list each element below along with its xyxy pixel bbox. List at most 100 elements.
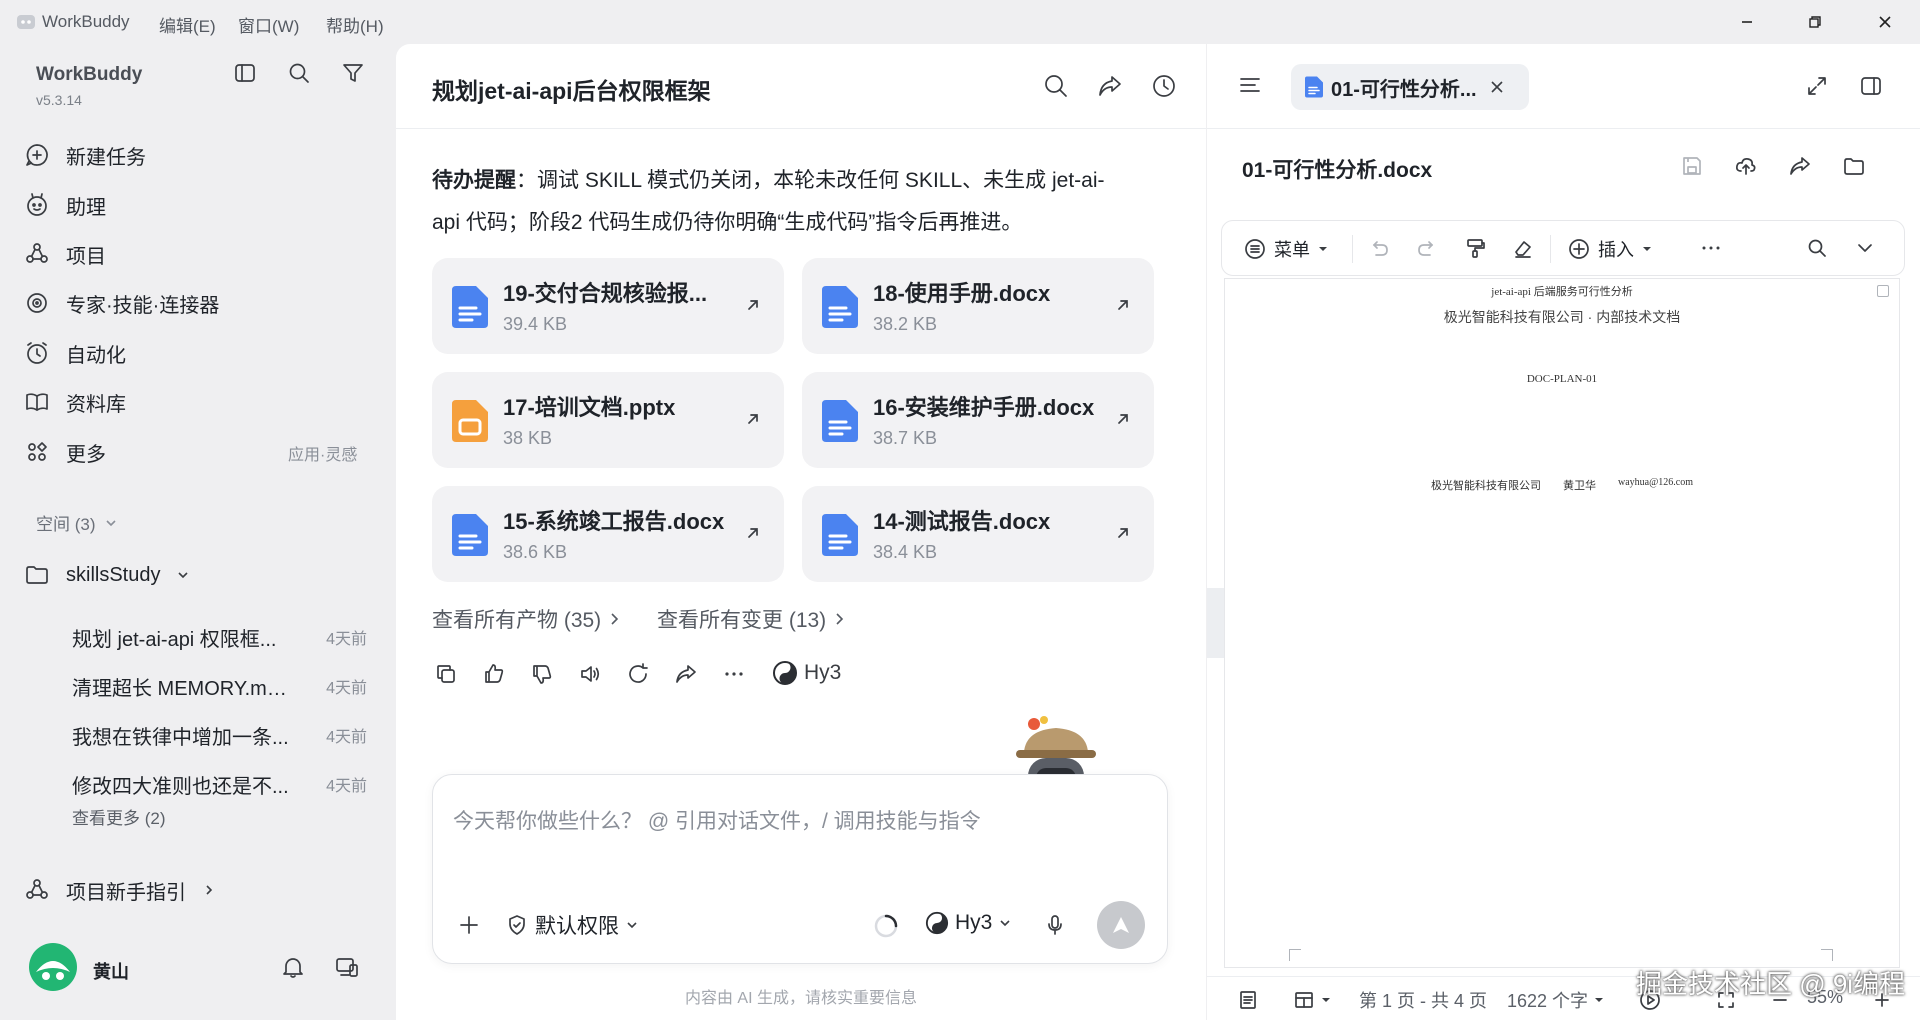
file-name: 15-系统竣工报告.docx [503,509,725,534]
avatar[interactable] [28,942,78,992]
file-size: 38.6 KB [503,542,568,562]
model-badge: Hy3 [772,660,841,686]
open-external-icon [748,528,758,538]
bell-icon[interactable] [280,954,306,980]
speaker-icon[interactable] [578,662,602,686]
recent-task[interactable]: 清理超长 MEMORY.md ... 4天前 [72,663,367,709]
file-card[interactable]: 15-系统竣工报告.docx 38.6 KB [432,486,784,582]
more-dots-icon[interactable] [722,662,746,686]
see-more-link[interactable]: 查看更多 (2) [72,804,166,829]
restore-button[interactable] [1788,8,1842,36]
filter-icon[interactable] [340,60,366,86]
toggle-panel-icon[interactable] [1859,74,1883,98]
layout-select[interactable] [1293,989,1331,1011]
nav-new-task[interactable]: 新建任务 [24,132,364,178]
view-changes-link[interactable]: 查看所有变更 (13) [657,604,846,634]
recent-title: 规划 jet-ai-api 权限框... [72,628,277,651]
toolbar-menu-label: 菜单 [1274,240,1310,260]
undo-icon[interactable] [1368,237,1390,259]
search-icon[interactable] [286,60,312,86]
more-grid-icon [28,442,47,461]
search-icon[interactable] [1042,72,1070,100]
nav-project[interactable]: 项目 [24,231,364,277]
send-button[interactable] [1097,901,1145,949]
guide-label: 项目新手指引 [66,881,186,904]
share-icon[interactable] [674,662,698,686]
chevron-down-icon[interactable] [1854,237,1876,259]
menu-window[interactable]: 窗口(W) [238,12,299,37]
project-guide[interactable]: 项目新手指引 [24,867,364,913]
file-card[interactable]: 14-测试报告.docx 38.4 KB [802,486,1154,582]
nav-library[interactable]: 资料库 [24,379,364,425]
regenerate-icon[interactable] [626,662,650,686]
space-label: 空间 (3) [36,515,96,534]
word-count[interactable]: 1622 个字 [1507,987,1604,1013]
recent-task[interactable]: 修改四大准则也还是不... 4天前 [72,761,367,807]
upload-icon[interactable] [1734,154,1758,178]
recent-task[interactable]: 规划 jet-ai-api 权限框... 4天前 [72,614,367,660]
sidebar-app-name: WorkBuddy [36,64,143,85]
nav-label: 专家·技能·连接器 [66,294,220,317]
nav-assistant[interactable]: 助理 [24,182,364,228]
toolbar-menu-button[interactable]: 菜单 [1244,236,1328,262]
doc-tab[interactable]: 01-可行性分析... [1291,64,1529,110]
view-artifacts-link[interactable]: 查看所有产物 (35) [432,604,621,634]
menu-edit[interactable]: 编辑(E) [159,12,216,37]
comment-marker-icon[interactable] [1877,285,1889,297]
page-view-icon[interactable] [1237,989,1259,1011]
save-icon[interactable] [1680,154,1704,178]
chevron-down-icon [105,519,116,526]
toggle-sidebar-icon[interactable] [232,60,258,86]
more-dots-icon[interactable] [1700,237,1722,259]
redo-icon[interactable] [1416,237,1438,259]
file-name: 14-测试报告.docx [873,509,1051,534]
file-card[interactable]: 16-安装维护手册.docx 38.7 KB [802,372,1154,468]
nav-expert[interactable]: 专家·技能·连接器 [24,280,364,326]
nav-automation[interactable]: 自动化 [24,330,364,376]
model-select[interactable]: Hy3 [925,911,1012,935]
chevron-down-icon [1000,920,1010,927]
docx-file-icon [452,514,488,556]
minimize-button[interactable] [1720,8,1774,36]
share-icon[interactable] [1788,154,1812,178]
docx-file-icon [452,286,488,328]
list-menu-icon[interactable] [1237,72,1263,98]
insert-button[interactable]: 插入 [1568,236,1652,262]
reminder-line-1: ：调试 SKILL 模式仍关闭，本轮未改任何 SKILL、未生成 jet-ai- [516,169,1105,192]
ai-disclaimer: 内容由 AI 生成，请核实重要信息 [684,990,917,1007]
new-task-icon [26,144,48,166]
caret-down-icon [1319,247,1327,251]
file-card[interactable]: 17-培训文档.pptx 38 KB [432,372,784,468]
search-icon[interactable] [1806,237,1828,259]
thumbs-down-icon[interactable] [530,662,554,686]
history-icon[interactable] [1150,72,1178,100]
menu-help[interactable]: 帮助(H) [326,12,384,37]
format-painter-icon[interactable] [1464,237,1486,259]
nav-label: 资料库 [66,393,126,416]
chevron-right-icon [611,613,619,625]
chat-input[interactable]: 今天帮你做些什么？ @ 引用对话文件，/ 调用技能与指令 [453,805,981,835]
microphone-icon[interactable] [1043,913,1067,937]
chevron-down-icon [178,572,189,579]
expand-icon[interactable] [1805,74,1829,98]
file-card[interactable]: 18-使用手册.docx 38.2 KB [802,258,1154,354]
open-folder-icon[interactable] [1842,154,1866,178]
recent-task[interactable]: 我想在铁律中增加一条... 4天前 [72,712,367,758]
space-toggle[interactable]: 空间 (3) [36,510,118,535]
close-window-button[interactable] [1858,8,1912,36]
device-sync-icon[interactable] [334,954,360,980]
header-divider [1207,128,1920,129]
title-bar: WorkBuddy 编辑(E) 窗口(W) 帮助(H) [0,0,1920,44]
thumbs-up-icon[interactable] [482,662,506,686]
workspace-folder[interactable]: skillsStudy [24,552,364,598]
eraser-icon[interactable] [1512,237,1534,259]
file-card[interactable]: 19-交付合规核验报... 39.4 KB [432,258,784,354]
chevron-down-icon [627,922,637,929]
copy-icon[interactable] [434,662,458,686]
close-tab-icon[interactable] [1489,79,1505,95]
permission-select[interactable]: 默认权限 [505,910,639,940]
share-icon[interactable] [1096,72,1124,100]
add-attachment-icon[interactable] [457,913,481,937]
caret-down-icon [1595,998,1604,1002]
chat-input-box[interactable]: 今天帮你做些什么？ @ 引用对话文件，/ 调用技能与指令 默认权限 Hy3 [432,774,1168,964]
